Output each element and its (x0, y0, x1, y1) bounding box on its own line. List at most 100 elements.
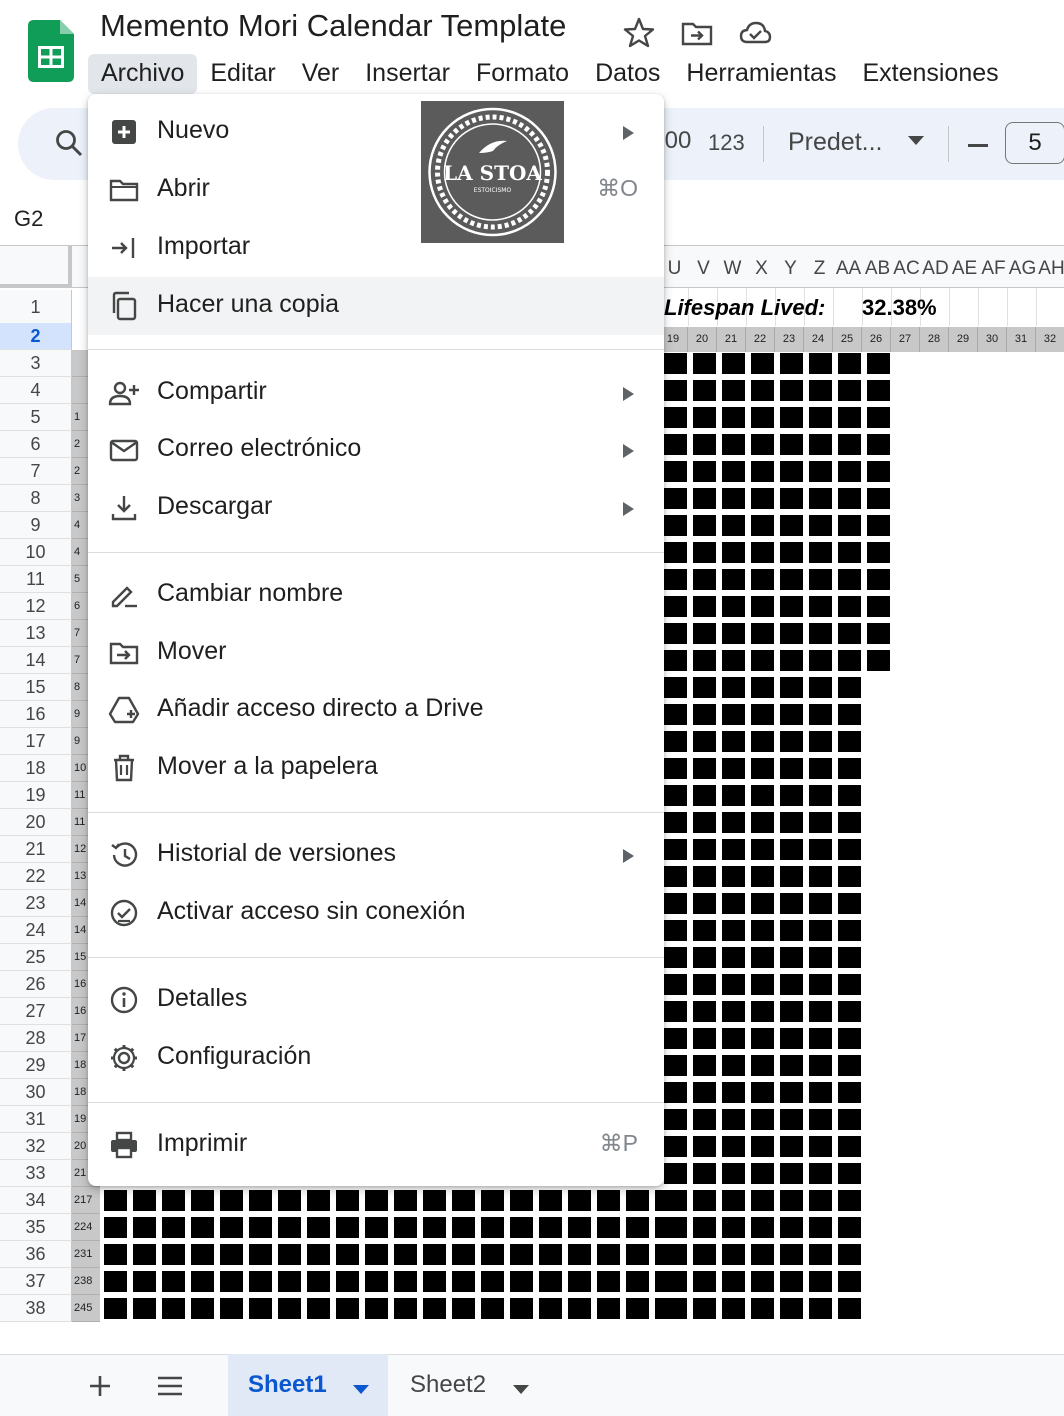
week-square[interactable] (838, 1136, 861, 1157)
week-square[interactable] (722, 1190, 745, 1211)
week-square[interactable] (568, 1217, 591, 1238)
row-header[interactable]: 9 (0, 512, 72, 539)
week-square[interactable] (780, 569, 803, 590)
week-square[interactable] (838, 488, 861, 509)
week-square[interactable] (655, 1244, 678, 1265)
week-square[interactable] (780, 542, 803, 563)
week-square[interactable] (780, 1109, 803, 1130)
week-square[interactable] (867, 542, 890, 563)
week-square[interactable] (780, 1082, 803, 1103)
week-square[interactable] (838, 1298, 861, 1319)
row-header[interactable]: 27 (0, 998, 72, 1025)
column-a-cell[interactable]: 231 (72, 1241, 100, 1268)
week-square[interactable] (780, 461, 803, 482)
week-square[interactable] (722, 515, 745, 536)
week-square[interactable] (751, 596, 774, 617)
week-square[interactable] (751, 974, 774, 995)
week-square[interactable] (751, 1136, 774, 1157)
week-square[interactable] (780, 893, 803, 914)
week-square[interactable] (722, 677, 745, 698)
menu-item-abrir[interactable]: Abrir ⌘O (88, 161, 664, 219)
week-square[interactable] (655, 1271, 678, 1292)
row-header[interactable]: 32 (0, 1133, 72, 1160)
week-square[interactable] (867, 380, 890, 401)
week-square[interactable] (838, 731, 861, 752)
week-square[interactable] (597, 1271, 620, 1292)
week-square[interactable] (394, 1298, 417, 1319)
row-header[interactable]: 8 (0, 485, 72, 512)
week-square[interactable] (751, 569, 774, 590)
row-header[interactable]: 28 (0, 1025, 72, 1052)
week-square[interactable] (838, 596, 861, 617)
chevron-down-icon[interactable] (513, 1385, 529, 1394)
week-square[interactable] (809, 461, 832, 482)
week-square[interactable] (780, 596, 803, 617)
week-square[interactable] (626, 1190, 649, 1211)
week-square[interactable] (568, 1244, 591, 1265)
week-square[interactable] (693, 677, 716, 698)
week-square[interactable] (481, 1190, 504, 1211)
week-square[interactable] (133, 1190, 156, 1211)
week-square[interactable] (838, 974, 861, 995)
week-square[interactable] (809, 515, 832, 536)
week-square[interactable] (693, 893, 716, 914)
week-square[interactable] (626, 1217, 649, 1238)
row-header[interactable]: 15 (0, 674, 72, 701)
week-square[interactable] (751, 434, 774, 455)
week-square[interactable] (722, 488, 745, 509)
week-square[interactable] (809, 1217, 832, 1238)
row-header[interactable]: 38 (0, 1295, 72, 1322)
week-square[interactable] (809, 380, 832, 401)
week-square[interactable] (452, 1244, 475, 1265)
week-square[interactable] (693, 542, 716, 563)
week-square[interactable] (365, 1298, 388, 1319)
week-square[interactable] (838, 947, 861, 968)
week-square[interactable] (751, 704, 774, 725)
week-square[interactable] (423, 1244, 446, 1265)
week-number-cell[interactable]: 21 (717, 327, 746, 352)
week-square[interactable] (722, 1163, 745, 1184)
week-square[interactable] (809, 1001, 832, 1022)
week-square[interactable] (809, 407, 832, 428)
week-square[interactable] (809, 812, 832, 833)
week-square[interactable] (220, 1190, 243, 1211)
week-square[interactable] (693, 1136, 716, 1157)
week-square[interactable] (722, 353, 745, 374)
week-square[interactable] (809, 947, 832, 968)
row-header[interactable]: 29 (0, 1052, 72, 1079)
week-square[interactable] (597, 1217, 620, 1238)
week-square[interactable] (780, 677, 803, 698)
row-header[interactable]: 11 (0, 566, 72, 593)
week-square[interactable] (809, 677, 832, 698)
week-square[interactable] (751, 1298, 774, 1319)
column-header[interactable]: Y (775, 258, 806, 280)
week-square[interactable] (365, 1244, 388, 1265)
week-square[interactable] (664, 542, 687, 563)
week-square[interactable] (809, 1082, 832, 1103)
week-square[interactable] (693, 515, 716, 536)
week-square[interactable] (722, 434, 745, 455)
week-square[interactable] (664, 569, 687, 590)
column-header[interactable]: AA (833, 258, 864, 280)
week-square[interactable] (481, 1271, 504, 1292)
column-header[interactable]: AE (949, 258, 980, 280)
week-square[interactable] (539, 1217, 562, 1238)
week-square[interactable] (104, 1271, 127, 1292)
column-header[interactable]: X (746, 258, 777, 280)
week-square[interactable] (394, 1217, 417, 1238)
week-square[interactable] (336, 1190, 359, 1211)
week-square[interactable] (809, 866, 832, 887)
week-square[interactable] (867, 434, 890, 455)
week-square[interactable] (162, 1271, 185, 1292)
week-number-cell[interactable]: 32 (1036, 327, 1064, 352)
week-square[interactable] (394, 1271, 417, 1292)
week-square[interactable] (780, 1055, 803, 1076)
week-square[interactable] (249, 1217, 272, 1238)
week-square[interactable] (278, 1244, 301, 1265)
row-header[interactable]: 19 (0, 782, 72, 809)
week-square[interactable] (751, 1244, 774, 1265)
week-square[interactable] (809, 731, 832, 752)
menu-item-acceso-directo-drive[interactable]: Añadir acceso directo a Drive (88, 681, 664, 739)
week-square[interactable] (751, 1217, 774, 1238)
week-square[interactable] (780, 947, 803, 968)
